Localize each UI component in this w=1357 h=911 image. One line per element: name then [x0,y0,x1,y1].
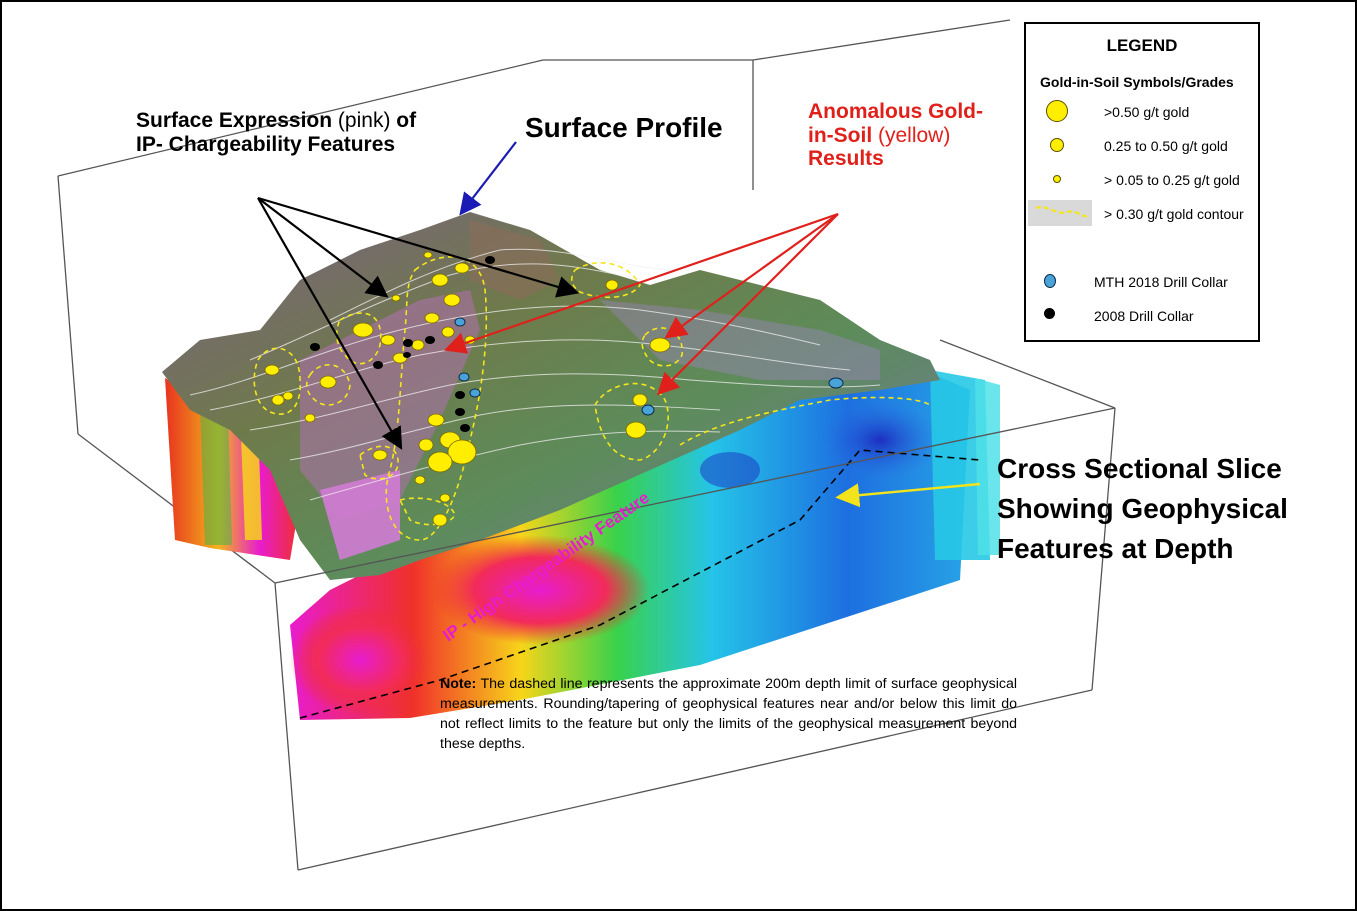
legend-item: 0.25 to 0.50 g/t gold [1026,132,1258,162]
surface-profile-arrow [459,141,517,216]
legend-item: >0.50 g/t gold [1026,98,1258,128]
large-yellow-circle-icon [1046,100,1068,122]
legend-title: LEGEND [1106,36,1178,55]
medium-yellow-circle-icon [1050,138,1064,152]
surface-expression-line2: IP- Chargeability Features [136,132,396,156]
legend: LEGEND Gold-in-Soil Symbols/Grades >0.50… [1024,22,1260,342]
anomalous-line2a: in-Soil [808,123,878,147]
surface-expression-label: Surface Expression (pink) of IP- Chargea… [136,109,416,156]
legend-item-label: > 0.05 to 0.25 g/t gold [1104,172,1240,188]
legend-item-label: > 0.30 g/t gold contour [1104,206,1244,222]
anomalous-line2b: (yellow) [878,123,951,147]
cross-section-line1: Cross Sectional Slice [997,453,1282,484]
legend-item-label: >0.50 g/t gold [1104,104,1190,120]
legend-item-label: 0.25 to 0.50 g/t gold [1104,138,1228,154]
note-text: The dashed line represents the approxima… [440,676,1017,753]
cross-section-line2: Showing Geophysical [997,493,1288,525]
legend-item: > 0.05 to 0.25 g/t gold [1026,166,1258,196]
legend-subtitle: Gold-in-Soil Symbols/Grades [1040,74,1234,90]
note-label: Note: [440,676,477,692]
anomalous-gold-label: Anomalous Gold- in-Soil (yellow) Results [808,100,983,171]
legend-item-label: MTH 2018 Drill Collar [1094,274,1228,290]
dashed-yellow-contour-icon [1028,200,1092,226]
surface-expression-line1c: of [390,109,417,132]
legend-item: MTH 2018 Drill Collar [1026,268,1258,298]
small-yellow-circle-icon [1053,175,1061,183]
anomalous-line1: Anomalous Gold- [808,100,983,123]
cross-section-line3: Features at Depth [997,533,1234,565]
cross-section-label: Cross Sectional Slice Showing Geophysica… [997,449,1288,569]
blue-dot-icon [1044,274,1056,288]
depth-limit-note: Note: The dashed line represents the app… [440,674,1017,755]
surface-expression-line1a: Surface Expression [136,109,338,132]
surface-profile-label: Surface Profile [525,112,723,143]
anomalous-line3: Results [808,147,884,171]
legend-item: > 0.30 g/t gold contour [1026,200,1258,230]
legend-item: 2008 Drill Collar [1026,302,1258,332]
surface-expression-line1b: (pink) [337,109,391,132]
black-dot-icon [1044,308,1055,319]
legend-item-label: 2008 Drill Collar [1094,308,1194,324]
